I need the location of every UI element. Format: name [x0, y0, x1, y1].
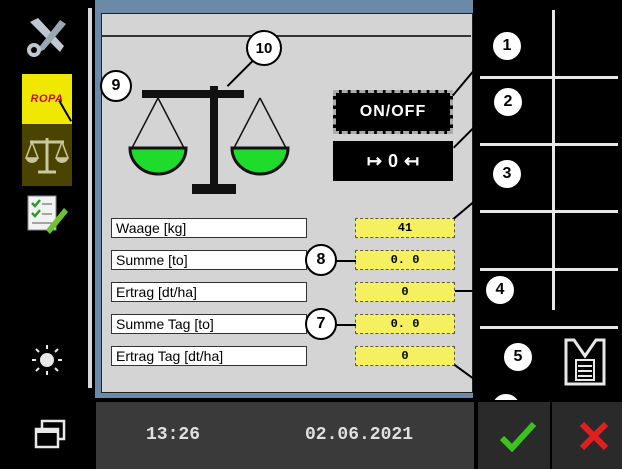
row-label-ertrag-tag: Ertrag Tag [dt/ha] [111, 346, 307, 366]
current-date: 02.06.2021 [305, 425, 414, 445]
callout-5: 5 [502, 341, 534, 373]
zero-label: 0 [387, 150, 398, 171]
row-value-ertrag: 0 [355, 282, 455, 302]
row-value-summe[interactable]: 0. 0 [355, 250, 455, 270]
ropa-logo: ROPA [22, 74, 72, 124]
zero-tare-button[interactable]: ↦ 0 ↤ [333, 141, 453, 181]
callout-leader [336, 260, 356, 262]
close-icon [579, 421, 609, 451]
grid-line [480, 326, 618, 329]
callout-8: 8 [305, 244, 337, 276]
window-switch-icon[interactable] [30, 415, 70, 455]
arrow-right-icon: ↦ [366, 150, 382, 171]
checklist-icon[interactable] [24, 194, 70, 234]
tools-icon[interactable] [24, 14, 70, 60]
row-label-waage: Waage [kg] [111, 218, 307, 238]
arrow-left-icon: ↤ [404, 150, 420, 171]
on-off-label: ON/OFF [359, 103, 427, 120]
scale-icon [24, 138, 70, 174]
callout-1: 1 [491, 30, 523, 62]
on-off-button[interactable]: ON/OFF [333, 90, 453, 134]
panel-header-strip [101, 13, 471, 37]
clock-time: 13:26 [146, 425, 201, 445]
softkey-4[interactable] [478, 214, 550, 266]
callout-9: 9 [100, 70, 132, 102]
confirm-button[interactable] [496, 416, 540, 456]
row-label-summe: Summe [to] [111, 250, 307, 270]
row-value-ertrag-tag: 0 [355, 346, 455, 366]
confirm-cancel-divider [550, 402, 552, 469]
grid-line [480, 143, 618, 146]
scale-graphic-icon [122, 80, 312, 200]
weighing-panel [101, 13, 473, 393]
row-label-summe-tag: Summe Tag [to] [111, 314, 307, 334]
checkmark-icon [499, 421, 537, 453]
callout-leader [530, 357, 560, 359]
callout-10: 10 [246, 30, 282, 66]
callout-4: 4 [484, 274, 516, 306]
brightness-icon[interactable] [30, 343, 64, 377]
scale-menu-button[interactable] [22, 124, 72, 186]
grid-line [480, 268, 618, 271]
callout-leader [455, 290, 483, 292]
grid-line [480, 76, 618, 79]
callout-7: 7 [305, 308, 337, 340]
grid-line [480, 210, 618, 213]
row-value-waage: 41 [355, 218, 455, 238]
cancel-button[interactable] [574, 416, 614, 456]
callout-2: 2 [492, 86, 524, 118]
row-label-ertrag: Ertrag [dt/ha] [111, 282, 307, 302]
memory-icon [564, 338, 606, 386]
grid-line [552, 10, 555, 310]
callout-3: 3 [491, 158, 523, 190]
callout-leader [336, 324, 356, 326]
memory-button[interactable] [560, 334, 610, 390]
row-value-summe-tag[interactable]: 0. 0 [355, 314, 455, 334]
sidebar-divider [88, 8, 92, 388]
